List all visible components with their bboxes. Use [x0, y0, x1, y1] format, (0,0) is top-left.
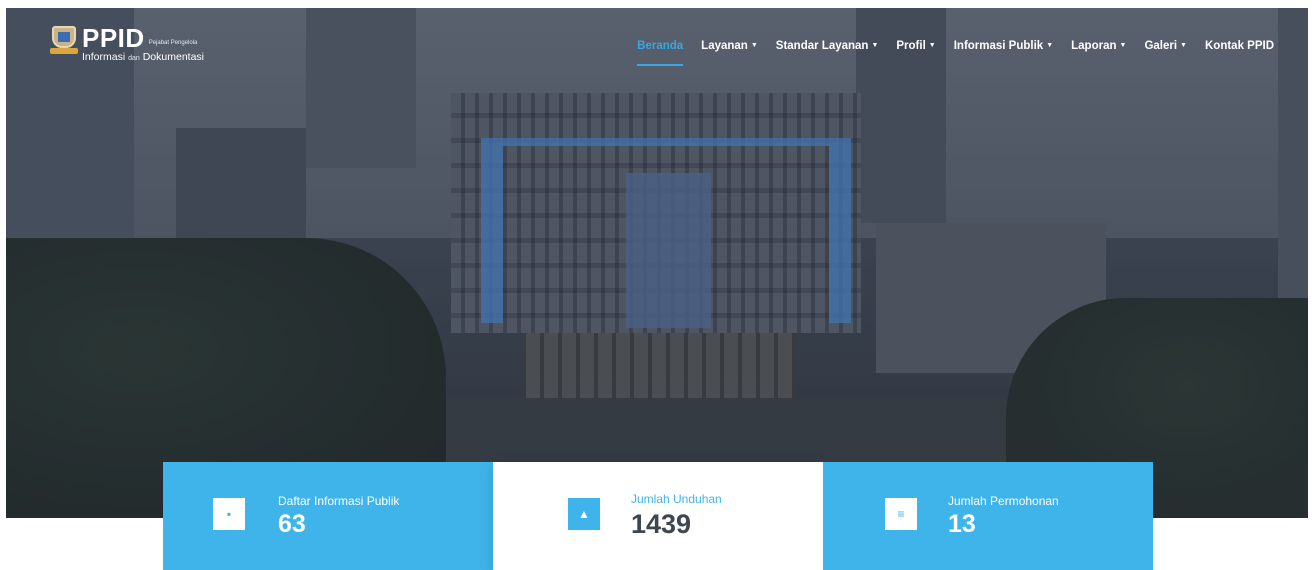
nav-item-beranda[interactable]: Beranda — [637, 40, 684, 66]
brand-top: PPID Pejabat Pengelola — [82, 23, 204, 53]
brand-logo-link[interactable]: PPID Pejabat Pengelola Informasi dan Dok… — [50, 23, 204, 63]
caret-down-icon: ▼ — [928, 42, 936, 49]
nav-item-galeri[interactable]: Galeri ▼ — [1144, 40, 1187, 52]
stat-label: Daftar Informasi Publik — [278, 494, 400, 508]
brand-small-text: Pejabat Pengelola — [148, 40, 198, 46]
stat-label: Jumlah Permohonan — [948, 494, 1059, 508]
crest-shield — [52, 26, 76, 48]
nav-item-label: Galeri — [1144, 40, 1178, 52]
stat-value: 1439 — [631, 509, 692, 539]
nav-item-label: Informasi Publik — [953, 40, 1044, 52]
nav-item-laporan[interactable]: Laporan ▼ — [1071, 40, 1126, 52]
nav-item-label: Profil — [896, 40, 926, 52]
nav-item-layanan[interactable]: Layanan ▼ — [701, 40, 758, 52]
main-nav: Beranda Layanan ▼ Standar Layanan ▼ Profil… — [619, 40, 1274, 66]
stat-value: 63 — [278, 510, 306, 538]
stat-value: 13 — [948, 510, 976, 538]
nav-item-informasi-publik[interactable]: Informasi Publik ▼ — [954, 40, 1053, 52]
stat-card-daftar-informasi[interactable]: ▪ Daftar Informasi Publik 63 — [163, 462, 493, 570]
list-icon: ≡ — [885, 498, 917, 530]
caret-down-icon: ▼ — [1119, 42, 1127, 49]
document-icon: ▪ — [213, 498, 245, 530]
caret-down-icon: ▼ — [871, 42, 879, 49]
brand-sub-mid: dan — [128, 55, 140, 62]
nav-item-kontak-ppid[interactable]: Kontak PPID — [1205, 40, 1274, 52]
nav-item-label: Laporan — [1071, 40, 1117, 52]
nav-item-label: Kontak PPID — [1204, 40, 1274, 52]
city-crest-icon — [50, 26, 78, 56]
nav-item-profil[interactable]: Profil ▼ — [896, 40, 935, 52]
stat-card-jumlah-permohonan[interactable]: ≡ Jumlah Permohonan 13 — [823, 462, 1153, 570]
crest-ribbon — [50, 48, 78, 54]
brand-text: PPID Pejabat Pengelola Informasi dan Dok… — [82, 23, 204, 63]
stat-label: Jumlah Unduhan — [631, 492, 722, 506]
brand-sub-right: Dokumentasi — [142, 51, 204, 63]
nav-item-label: Standar Layanan — [775, 40, 869, 52]
brand-name: PPID — [82, 23, 145, 53]
brand-subtitle: Informasi dan Dokumentasi — [82, 51, 204, 63]
stat-card-jumlah-unduhan[interactable]: ▲ Jumlah Unduhan 1439 — [493, 462, 823, 570]
caret-down-icon: ▼ — [1180, 42, 1187, 49]
nav-item-standar-layanan[interactable]: Standar Layanan ▼ — [776, 40, 879, 52]
download-icon: ▲ — [568, 498, 600, 530]
caret-down-icon: ▼ — [750, 42, 758, 49]
nav-item-label: Beranda — [637, 40, 684, 52]
stats-row: ▪ Daftar Informasi Publik 63 ▲ Jumlah Un… — [163, 462, 1153, 570]
navbar: PPID Pejabat Pengelola Informasi dan Dok… — [0, 0, 1312, 90]
nav-item-label: Layanan — [701, 40, 748, 52]
brand-sub-left: Informasi — [82, 51, 126, 63]
caret-down-icon: ▼ — [1046, 42, 1054, 49]
